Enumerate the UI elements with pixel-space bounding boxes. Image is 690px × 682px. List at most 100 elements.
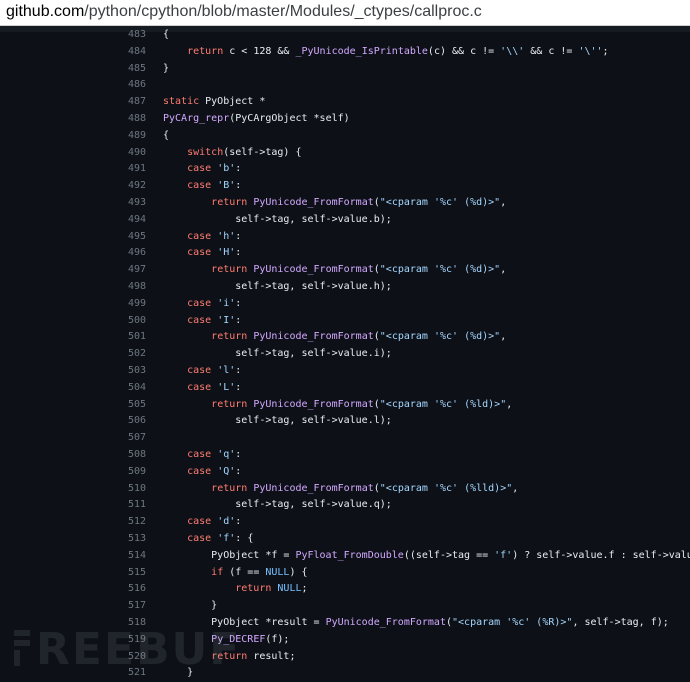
code-line: 519 Py_DECREF(f); [0, 632, 690, 649]
line-number[interactable]: 511 [112, 497, 146, 514]
line-number[interactable]: 507 [112, 430, 146, 447]
code-line: 516 return NULL; [0, 581, 690, 598]
code-line: 503 case 'l': [0, 363, 690, 380]
code-line: 487 static PyObject * [0, 94, 690, 111]
code-token: : [235, 247, 242, 259]
browser-address-bar[interactable]: github.com/python/cpython/blob/master/Mo… [0, 0, 690, 26]
code-token: : [235, 449, 242, 460]
line-number[interactable]: 518 [112, 615, 146, 632]
code-token: self->tag, self->value.i); [163, 348, 392, 360]
line-number[interactable]: 495 [112, 229, 146, 246]
code-line: 506 self->tag, self->value.l); [0, 413, 690, 430]
code-text: switch(self->tag) { [163, 145, 302, 162]
line-number[interactable]: 510 [112, 481, 146, 498]
code-text: return NULL; [163, 581, 307, 598]
code-token: '\'' [578, 45, 603, 57]
line-number[interactable]: 516 [112, 581, 146, 598]
code-text: case 'q': [163, 447, 241, 464]
line-number[interactable]: 484 [112, 44, 146, 61]
line-number[interactable]: 493 [112, 195, 146, 212]
line-number[interactable]: 487 [112, 94, 146, 111]
line-number[interactable]: 489 [112, 128, 146, 145]
code-view[interactable]: 483 {484 return c < 128 && _PyUnicode_IsP… [0, 29, 690, 678]
line-number[interactable]: 514 [112, 548, 146, 565]
line-number[interactable]: 517 [112, 598, 146, 615]
code-line: 490 switch(self->tag) { [0, 145, 690, 162]
code-token: { [163, 29, 170, 40]
line-number[interactable]: 508 [112, 447, 146, 464]
line-number[interactable]: 499 [112, 296, 146, 313]
code-text: self->tag, self->value.b); [163, 212, 392, 229]
line-number[interactable]: 515 [112, 565, 146, 582]
code-line: 491 case 'b': [0, 161, 690, 178]
line-number[interactable]: 498 [112, 279, 146, 296]
code-line: 511 self->tag, self->value.q); [0, 497, 690, 514]
line-number[interactable]: 520 [112, 649, 146, 666]
line-number[interactable]: 496 [112, 245, 146, 262]
code-token: PyObject *f = [163, 549, 296, 561]
code-token: : [235, 516, 242, 528]
code-line: 501 return PyUnicode_FromFormat("<cparam… [0, 329, 690, 346]
line-number[interactable]: 488 [112, 111, 146, 128]
code-token: case [187, 297, 212, 309]
code-text: { [163, 27, 169, 44]
code-line: 499 case 'i': [0, 296, 690, 313]
code-line: 518 PyObject *result = PyUnicode_FromFor… [0, 615, 690, 632]
code-token: case [187, 314, 212, 326]
code-token: '\\' [500, 45, 525, 57]
code-token: } [163, 600, 218, 612]
code-text: } [163, 598, 217, 615]
code-token: 'f' [217, 533, 236, 544]
code-text: case 'i': [163, 296, 241, 313]
line-number[interactable]: 513 [112, 531, 146, 548]
code-token: PyUnicode_FromFormat [253, 197, 374, 208]
line-number[interactable]: 483 [112, 27, 146, 44]
line-number[interactable]: 503 [112, 363, 146, 380]
line-number[interactable]: 486 [112, 77, 146, 94]
code-token: self->tag, self->value.h); [163, 281, 392, 292]
code-token: case [187, 465, 212, 477]
line-number[interactable]: 519 [112, 632, 146, 649]
code-token: return [235, 583, 272, 595]
code-line: 517 } [0, 598, 690, 615]
code-token: self->tag, self->value.l); [163, 415, 392, 427]
code-token: (self->tag) { [223, 146, 302, 158]
code-token: PyObject * [199, 96, 266, 108]
code-text: case 'I': [163, 313, 241, 330]
line-number[interactable]: 501 [112, 329, 146, 346]
code-text: case 'l': [163, 363, 241, 380]
code-token: PyObject *result = [163, 617, 326, 628]
line-number[interactable]: 521 [112, 665, 146, 682]
line-number[interactable]: 504 [112, 380, 146, 397]
code-text: case 'f': { [163, 531, 253, 548]
line-number[interactable]: 485 [112, 61, 146, 78]
code-token: NULL [277, 583, 302, 595]
line-number[interactable]: 505 [112, 397, 146, 414]
url-text[interactable]: github.com/python/cpython/blob/master/Mo… [6, 3, 482, 21]
code-token: return [211, 482, 248, 494]
line-number[interactable]: 502 [112, 346, 146, 363]
code-token: 'f' [494, 549, 513, 561]
code-token: "<cparam '%c' (%d)>" [379, 197, 501, 208]
line-number[interactable]: 494 [112, 212, 146, 229]
line-number[interactable]: 492 [112, 178, 146, 195]
line-number[interactable]: 497 [112, 262, 146, 279]
code-token: case [187, 247, 212, 259]
code-token: , [500, 197, 507, 208]
code-line: 494 self->tag, self->value.b); [0, 212, 690, 229]
line-number[interactable]: 500 [112, 313, 146, 330]
line-number[interactable]: 490 [112, 145, 146, 162]
line-number[interactable]: 509 [112, 464, 146, 481]
line-number[interactable]: 512 [112, 514, 146, 531]
code-line: 483 { [0, 27, 690, 44]
code-line: 486 [0, 77, 690, 94]
line-number[interactable]: 506 [112, 413, 146, 430]
line-number[interactable]: 491 [112, 161, 146, 178]
